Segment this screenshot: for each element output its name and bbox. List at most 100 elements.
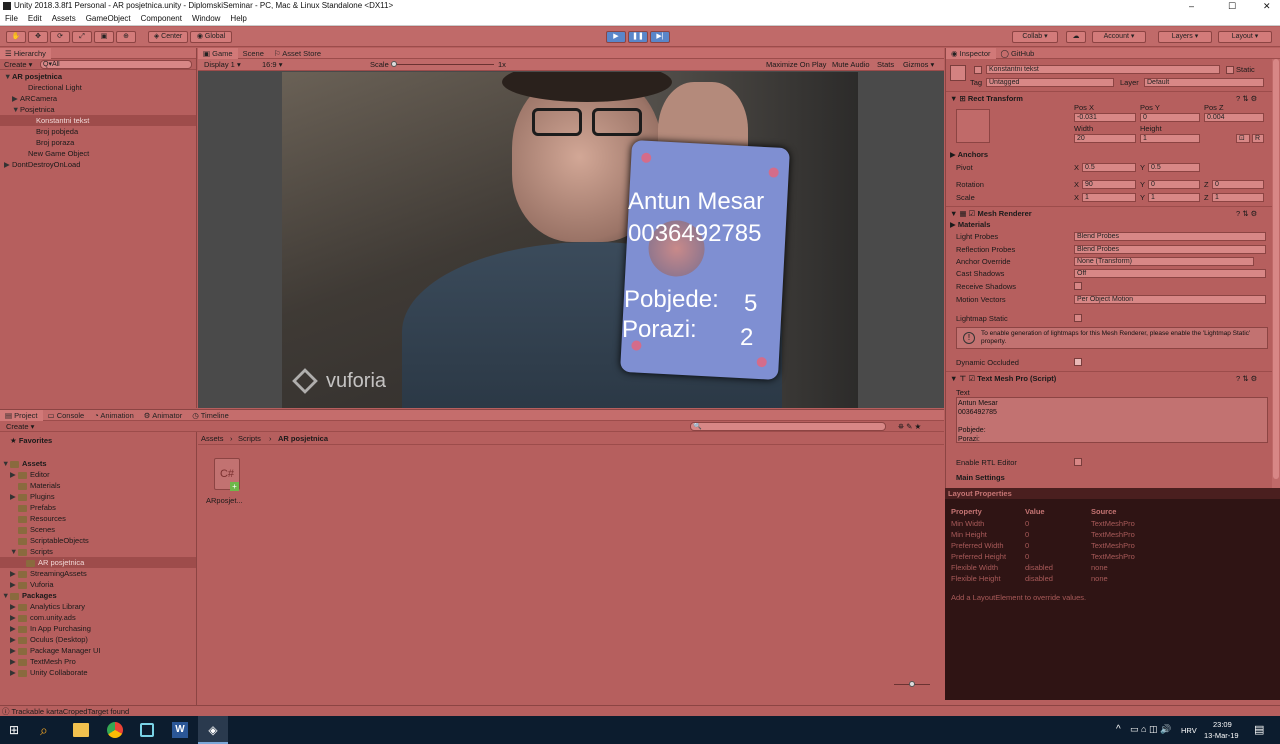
tab-game[interactable]: ▣ Game xyxy=(198,48,238,59)
foldout-arrow-icon[interactable]: ▶ xyxy=(10,667,18,678)
materials-foldout[interactable]: ▶ Materials xyxy=(950,219,990,230)
file-explorer-icon[interactable] xyxy=(73,723,89,737)
chrome-icon[interactable] xyxy=(107,722,123,738)
foldout-arrow-icon[interactable]: ▶ xyxy=(10,623,18,634)
rotation-x-field[interactable]: 90 xyxy=(1082,180,1136,189)
scale-slider-handle[interactable] xyxy=(391,61,397,67)
mesh-renderer-header[interactable]: ▼ ▦ ☑ Mesh Renderer xyxy=(950,208,1032,219)
tab-animation[interactable]: ◔ Animation xyxy=(89,410,139,421)
project-tree-item[interactable]: Prefabs xyxy=(0,502,196,513)
maximize-button[interactable]: ☐ xyxy=(1228,0,1236,12)
scale-x-field[interactable]: 1 xyxy=(1082,193,1136,202)
cast-shadows-dropdown[interactable]: Off xyxy=(1074,269,1266,278)
project-tree-item[interactable]: ▼ Scripts xyxy=(0,546,196,557)
project-tree-item[interactable]: ▶ Package Manager UI xyxy=(0,645,196,656)
tab-hierarchy[interactable]: ☰ Hierarchy xyxy=(0,48,51,59)
rotate-tool-icon[interactable]: ⟳ xyxy=(50,31,70,43)
minimize-button[interactable]: – xyxy=(1189,0,1194,12)
breadcrumb-assets[interactable]: Assets xyxy=(201,433,224,444)
foldout-arrow-icon[interactable]: ▶ xyxy=(10,656,18,667)
collab-button[interactable]: Collab ▾ xyxy=(1012,31,1058,43)
foldout-arrow-icon[interactable]: ▼ xyxy=(2,590,10,601)
foldout-arrow-icon[interactable]: ▶ xyxy=(10,579,18,590)
project-tree-item[interactable]: ▶ Analytics Library xyxy=(0,601,196,612)
foldout-arrow-icon[interactable]: ▼ xyxy=(10,546,18,557)
object-name-input[interactable]: Konstantni tekst xyxy=(986,65,1220,74)
foldout-arrow-icon[interactable]: ▶ xyxy=(10,645,18,656)
cloud-icon[interactable]: ☁ xyxy=(1066,31,1086,43)
global-local-button[interactable]: ◉ Global xyxy=(190,31,232,43)
width-field[interactable]: 20 xyxy=(1074,134,1136,143)
tray-icons[interactable]: ▭ ⌂ ◫ 🔊 xyxy=(1130,724,1171,735)
word-icon[interactable]: W xyxy=(172,722,188,738)
project-tree-item[interactable]: ▼ Assets xyxy=(0,458,196,469)
display-dropdown[interactable]: Display 1 ▾ xyxy=(204,59,241,70)
terminal-icon[interactable] xyxy=(140,723,154,737)
mute-audio-toggle[interactable]: Mute Audio xyxy=(832,59,870,70)
project-tree-item[interactable]: ▶ Plugins xyxy=(0,491,196,502)
search-icon[interactable]: ⌕ xyxy=(40,723,48,737)
rotation-z-field[interactable]: 0 xyxy=(1212,180,1264,189)
tab-inspector[interactable]: ◉ Inspector xyxy=(946,48,996,59)
reflection-probes-dropdown[interactable]: Blend Probes xyxy=(1074,245,1266,254)
blueprint-button[interactable]: ⊡ xyxy=(1236,134,1250,143)
hierarchy-create-button[interactable]: Create ▾ xyxy=(4,59,32,70)
hierarchy-item[interactable]: New Game Object xyxy=(0,148,196,159)
stats-toggle[interactable]: Stats xyxy=(877,59,894,70)
anchor-preset-icon[interactable] xyxy=(956,109,990,143)
icon-size-slider-handle[interactable] xyxy=(909,681,915,687)
hierarchy-item[interactable]: Konstantni tekst xyxy=(0,115,196,126)
project-tree-item[interactable]: ▶ Vuforia xyxy=(0,579,196,590)
project-tree-item[interactable]: ▶ StreamingAssets xyxy=(0,568,196,579)
anchor-override-field[interactable]: None (Transform) xyxy=(1074,257,1254,266)
hierarchy-search-input[interactable]: Q▾All xyxy=(40,60,192,69)
move-tool-icon[interactable]: ✥ xyxy=(28,31,48,43)
pivot-x-field[interactable]: 0.5 xyxy=(1082,163,1136,172)
hierarchy-item[interactable]: ▼AR posjetnica xyxy=(0,71,196,82)
clock-time[interactable]: 23:09 xyxy=(1213,720,1232,729)
step-button[interactable]: ▶| xyxy=(650,31,670,43)
text-input-area[interactable]: Antun Mesar 0036492785 Pobjede: Porazi: xyxy=(956,397,1268,443)
filter-icons[interactable]: ⛯ ✎ ★ xyxy=(898,421,921,432)
tag-dropdown[interactable]: Untagged xyxy=(986,78,1114,87)
foldout-arrow-icon[interactable]: ▶ xyxy=(4,159,12,170)
project-tree-item[interactable]: ▶ Editor xyxy=(0,469,196,480)
hierarchy-item[interactable]: ▶ DontDestroyOnLoad xyxy=(0,159,196,170)
menu-edit[interactable]: Edit xyxy=(23,12,47,26)
tab-console[interactable]: ▭ Console xyxy=(43,410,90,421)
rect-transform-header[interactable]: ▼ ⊞ Rect Transform xyxy=(950,93,1023,104)
notifications-icon[interactable]: ▤ xyxy=(1254,723,1264,736)
anchors-foldout[interactable]: ▶ Anchors xyxy=(950,149,988,160)
foldout-arrow-icon[interactable]: ▼ xyxy=(2,458,10,469)
dynamic-occluded-checkbox[interactable] xyxy=(1074,358,1082,366)
foldout-arrow-icon[interactable]: ▶ xyxy=(10,568,18,579)
height-field[interactable]: 1 xyxy=(1140,134,1200,143)
hierarchy-item[interactable]: Directional Light xyxy=(0,82,196,93)
tab-github[interactable]: ◯ GitHub xyxy=(996,48,1040,59)
favorites-section[interactable]: ★ Favorites xyxy=(10,435,52,446)
foldout-arrow-icon[interactable]: ▼ xyxy=(4,71,12,82)
tray-expand-icon[interactable]: ^ xyxy=(1116,724,1121,735)
breadcrumb-scripts[interactable]: Scripts xyxy=(238,433,261,444)
project-create-button[interactable]: Create ▾ xyxy=(6,421,34,432)
aspect-dropdown[interactable]: 16:9 ▾ xyxy=(262,59,282,70)
component-menu-icon[interactable]: ? ⇅ ⚙ xyxy=(1236,208,1257,219)
pos-y-field[interactable]: 0 xyxy=(1140,113,1200,122)
textmeshpro-header[interactable]: ▼ ⊤ ☑ Text Mesh Pro (Script) xyxy=(950,373,1056,384)
component-menu-icon[interactable]: ? ⇅ ⚙ xyxy=(1236,373,1257,384)
rtl-editor-checkbox[interactable] xyxy=(1074,458,1082,466)
project-tree-item[interactable]: AR posjetnica xyxy=(0,557,196,568)
hierarchy-item[interactable]: Broj pobjeda xyxy=(0,126,196,137)
menu-window[interactable]: Window xyxy=(187,12,225,26)
lightmap-static-checkbox[interactable] xyxy=(1074,314,1082,322)
project-tree-item[interactable]: ▶ TextMesh Pro xyxy=(0,656,196,667)
receive-shadows-checkbox[interactable] xyxy=(1074,282,1082,290)
hand-tool-icon[interactable]: ✋ xyxy=(6,31,26,43)
static-checkbox[interactable] xyxy=(1226,66,1234,74)
project-tree-item[interactable]: Resources xyxy=(0,513,196,524)
close-button[interactable]: ✕ xyxy=(1263,0,1271,12)
language-indicator[interactable]: HRV xyxy=(1181,726,1197,735)
asset-label[interactable]: ARposjet... xyxy=(206,495,243,506)
project-tree-item[interactable]: ▶ Oculus (Desktop) xyxy=(0,634,196,645)
tab-project[interactable]: ▤ Project xyxy=(0,410,43,421)
